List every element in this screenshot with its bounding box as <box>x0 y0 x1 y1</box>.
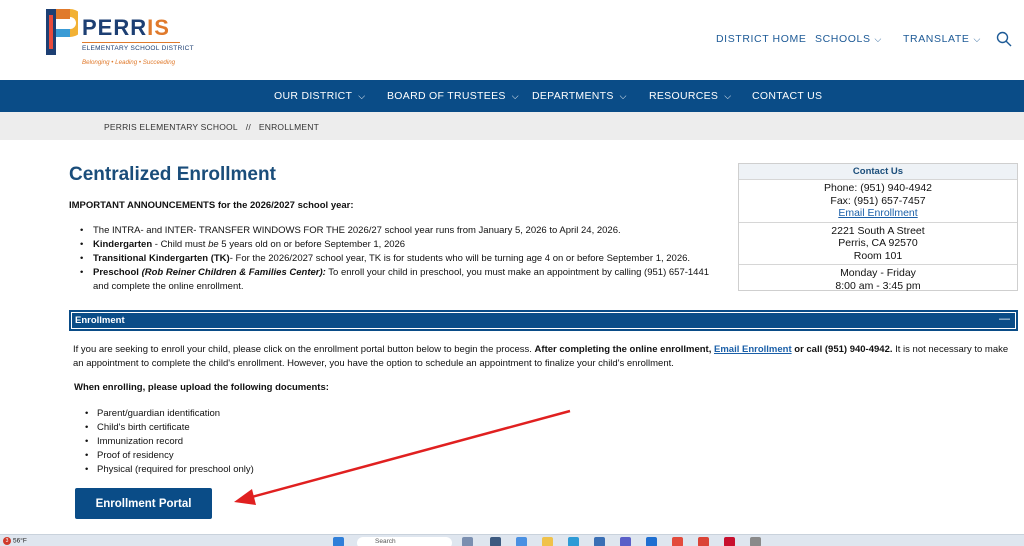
breadcrumb-home-link[interactable]: PERRIS ELEMENTARY SCHOOL <box>104 122 238 132</box>
page-title: Centralized Enrollment <box>69 164 276 185</box>
contact-address-section: 2221 South A Street Perris, CA 92570 Roo… <box>739 223 1017 265</box>
chevron-down-icon: ⌵ <box>619 91 627 101</box>
start-icon[interactable] <box>333 537 344 546</box>
contact-hours-section: Monday - Friday 8:00 am - 3:45 pm <box>739 265 1017 294</box>
district-logo[interactable]: PERRIS ELEMENTARY SCHOOL DISTRICT Belong… <box>46 9 196 71</box>
contact-us-box: Contact Us Phone: (951) 940-4942 Fax: (9… <box>738 163 1018 294</box>
copilot-icon[interactable] <box>516 537 527 546</box>
contact-fax: Fax: (951) 657-7457 <box>830 194 926 207</box>
accordion-label: Enrollment <box>75 315 125 326</box>
contact-phone: Phone: (951) 940-4942 <box>824 182 932 194</box>
contact-city: Perris, CA 92570 <box>838 237 918 249</box>
nav-our-district[interactable]: OUR DISTRICT ⌵ <box>274 90 365 102</box>
chevron-down-icon: ⌵ <box>874 34 882 44</box>
enrollment-portal-button[interactable]: Enrollment Portal <box>75 488 212 519</box>
contact-street: 2221 South A Street <box>831 224 925 237</box>
browser-icon[interactable] <box>698 537 709 546</box>
list-item: Kindergarten - Child must be 5 years old… <box>80 238 725 252</box>
search-icon[interactable] <box>996 31 1012 47</box>
chevron-down-icon: ⌵ <box>724 91 732 101</box>
breadcrumb-separator: // <box>245 122 251 132</box>
enrollment-accordion-header[interactable]: Enrollment — <box>69 310 1018 331</box>
breadcrumb-current: ENROLLMENT <box>258 122 319 132</box>
taskbar-search[interactable]: Search <box>357 537 452 546</box>
teams-icon[interactable] <box>620 537 631 546</box>
contact-hours: 8:00 am - 3:45 pm <box>835 279 921 292</box>
chevron-down-icon: ⌵ <box>511 91 519 101</box>
nav-departments[interactable]: DEPARTMENTS ⌵ <box>532 90 627 102</box>
widgets-icon[interactable] <box>462 537 473 546</box>
nav-contact-us[interactable]: CONTACT US <box>752 90 822 102</box>
top-nav-translate[interactable]: TRANSLATE ⌵ <box>903 33 981 47</box>
contact-room: Room 101 <box>853 249 903 262</box>
upload-documents-heading: When enrolling, please upload the follow… <box>74 382 329 393</box>
logo-subtitle: ELEMENTARY SCHOOL DISTRICT <box>82 45 194 52</box>
email-enrollment-inline-link[interactable]: Email Enrollment <box>714 344 792 355</box>
acrobat-icon[interactable] <box>724 537 735 546</box>
list-item: The INTRA- and INTER- TRANSFER WINDOWS F… <box>80 224 725 238</box>
edge-icon[interactable] <box>568 537 579 546</box>
chevron-down-icon: ⌵ <box>973 34 981 44</box>
store-icon[interactable] <box>594 537 605 546</box>
logo-tagline: Belonging • Leading • Succeeding <box>82 59 176 66</box>
file-explorer-icon[interactable] <box>542 537 553 546</box>
os-taskbar: 3 56°F Search <box>0 534 1024 546</box>
contact-phone-section: Phone: (951) 940-4942 Fax: (951) 657-745… <box>739 180 1017 223</box>
logo-wordmark: PERRIS <box>82 15 170 40</box>
task-view-icon[interactable] <box>490 537 501 546</box>
email-enrollment-link[interactable]: Email Enrollment <box>838 207 917 219</box>
list-item: Transitional Kindergarten (TK)- For the … <box>80 252 725 266</box>
logo-divider <box>82 42 180 43</box>
list-item: Preschool (Rob Reiner Children & Familie… <box>80 266 725 294</box>
breadcrumb-bar: PERRIS ELEMENTARY SCHOOL // ENROLLMENT <box>0 112 1024 140</box>
weather-badge: 3 <box>3 537 11 545</box>
announcements-heading: IMPORTANT ANNOUNCEMENTS for the 2026/202… <box>69 200 354 211</box>
announcements-list: The INTRA- and INTER- TRANSFER WINDOWS F… <box>80 224 725 294</box>
chrome-icon[interactable] <box>672 537 683 546</box>
main-nav: OUR DISTRICT ⌵ BOARD OF TRUSTEES ⌵ DEPARTM… <box>0 80 1024 112</box>
nav-resources[interactable]: RESOURCES ⌵ <box>649 90 731 102</box>
chevron-down-icon: ⌵ <box>358 91 366 101</box>
top-nav-schools[interactable]: SCHOOLS ⌵ <box>815 33 882 47</box>
outlook-icon[interactable] <box>646 537 657 546</box>
weather-temperature: 56°F <box>13 537 27 545</box>
weather-widget[interactable]: 3 56°F <box>3 537 27 545</box>
app-icon[interactable] <box>750 537 761 546</box>
list-item: Child's birth certificate <box>85 421 254 435</box>
site-header: PERRIS ELEMENTARY SCHOOL DISTRICT Belong… <box>0 0 1024 80</box>
top-nav-district-home[interactable]: DISTRICT HOME <box>716 33 806 47</box>
documents-list: Parent/guardian identification Child's b… <box>85 407 254 477</box>
collapse-icon[interactable]: — <box>999 313 1010 325</box>
breadcrumb: PERRIS ELEMENTARY SCHOOL // ENROLLMENT <box>104 122 319 132</box>
list-item: Proof of residency <box>85 449 254 463</box>
contact-days: Monday - Friday <box>840 267 916 279</box>
list-item: Parent/guardian identification <box>85 407 254 421</box>
list-item: Immunization record <box>85 435 254 449</box>
enrollment-instructions: If you are seeking to enroll your child,… <box>73 344 1009 369</box>
contact-heading: Contact Us <box>739 164 1017 180</box>
list-item: Physical (required for preschool only) <box>85 463 254 477</box>
nav-board-of-trustees[interactable]: BOARD OF TRUSTEES ⌵ <box>387 90 519 102</box>
logo-p-mark-icon <box>46 9 78 55</box>
